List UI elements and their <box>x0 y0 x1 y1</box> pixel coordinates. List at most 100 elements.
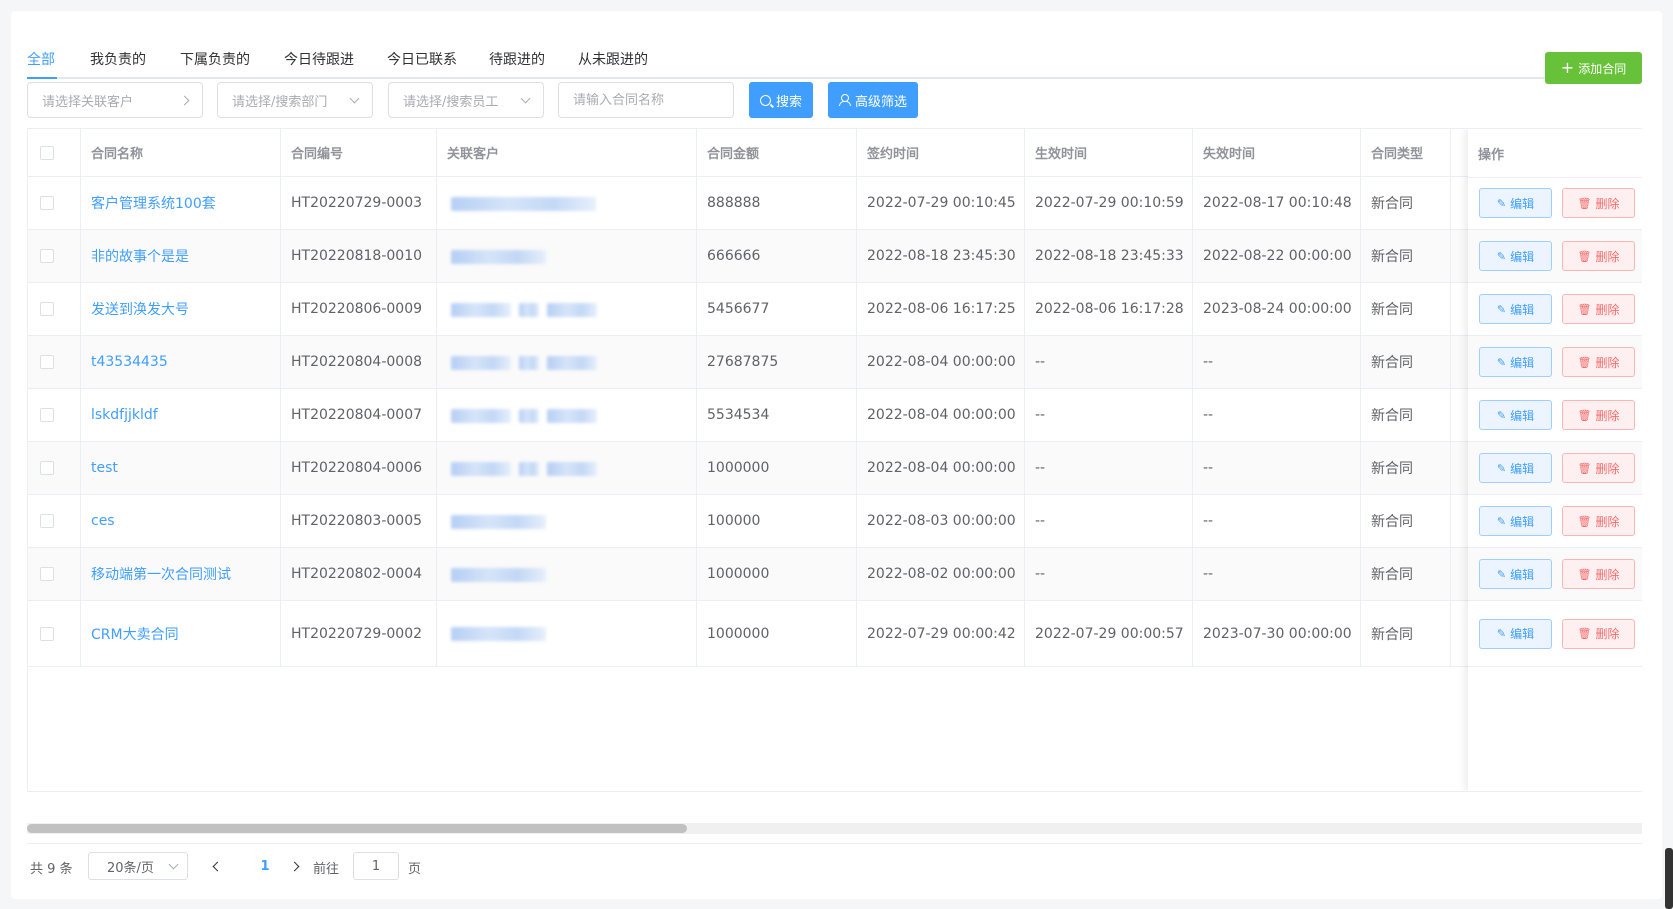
horizontal-scrollbar[interactable] <box>27 823 1642 834</box>
edit-label: 编辑 <box>1510 408 1535 423</box>
row-checkbox[interactable] <box>40 461 54 475</box>
tab-contacted-today[interactable]: 今日已联系 <box>387 49 457 69</box>
delete-button[interactable]: 🗑 删除 <box>1562 506 1635 536</box>
edit-button[interactable]: ✎ 编辑 <box>1479 618 1552 649</box>
delete-button[interactable]: 🗑 删除 <box>1562 559 1635 589</box>
contract-name-cell: 客户管理系统100套 <box>81 177 281 229</box>
contract-name-input[interactable] <box>573 92 719 108</box>
table-row: 非的故事个是是 HT20220818-0010 666666 2022-08-18 2… <box>28 230 1642 283</box>
edit-label: 编辑 <box>1510 567 1535 582</box>
header-effective[interactable]: 生效时间 <box>1025 129 1193 176</box>
redacted-customer <box>547 408 597 423</box>
delete-label: 删除 <box>1595 627 1620 641</box>
prev-page-button[interactable] <box>202 852 230 880</box>
tab-pending[interactable]: 待跟进的 <box>489 49 545 69</box>
contract-name-field[interactable] <box>558 82 734 118</box>
header-code[interactable]: 合同编号 <box>281 129 437 176</box>
signed-time: 2022-07-29 00:10:45 <box>857 177 1025 229</box>
contract-name-cell: CRM大卖合同 <box>81 601 281 666</box>
contract-name-link[interactable]: test <box>91 460 118 476</box>
add-contract-button[interactable]: + 添加合同 <box>1545 52 1642 84</box>
contract-amount: 1000000 <box>697 601 857 666</box>
tab-all[interactable]: 全部 <box>27 49 55 69</box>
actions-cell: ✎ 编辑 🗑 删除 <box>1468 601 1642 667</box>
row-checkbox[interactable] <box>40 302 54 316</box>
goto-page-input[interactable] <box>353 852 399 880</box>
signed-time: 2022-08-06 16:17:25 <box>857 283 1025 335</box>
delete-button[interactable]: 🗑 删除 <box>1562 188 1635 218</box>
row-select-cell <box>28 442 81 494</box>
delete-button[interactable]: 🗑 删除 <box>1562 294 1635 324</box>
edit-button[interactable]: ✎ 编辑 <box>1479 506 1552 536</box>
contract-name-link[interactable]: 发送到涣发大号 <box>91 299 189 319</box>
active-tab-indicator <box>27 77 57 79</box>
trash-icon: 🗑 <box>1577 627 1592 640</box>
row-checkbox[interactable] <box>40 514 54 528</box>
pencil-icon: ✎ <box>1496 302 1507 316</box>
table-header: 合同名称 合同编号 关联客户 合同金额 签约时间 生效时间 失效时间 合同类型 <box>28 129 1642 177</box>
header-name[interactable]: 合同名称 <box>81 129 281 176</box>
edit-button[interactable]: ✎ 编辑 <box>1479 347 1552 377</box>
tab-mine[interactable]: 我负责的 <box>90 49 146 69</box>
edit-button[interactable]: ✎ 编辑 <box>1479 188 1552 218</box>
row-checkbox[interactable] <box>40 355 54 369</box>
department-select[interactable]: 请选择/搜索部门 <box>217 82 373 118</box>
contract-name-link[interactable]: ces <box>91 513 115 529</box>
edit-button[interactable]: ✎ 编辑 <box>1479 400 1552 430</box>
contract-code: HT20220803-0005 <box>281 495 437 547</box>
header-expires[interactable]: 失效时间 <box>1193 129 1361 176</box>
tab-follow-today[interactable]: 今日待跟进 <box>284 49 354 69</box>
tab-never-followed[interactable]: 从未跟进的 <box>578 49 648 69</box>
edit-button[interactable]: ✎ 编辑 <box>1479 294 1552 324</box>
next-page-button[interactable] <box>282 852 310 880</box>
pencil-icon: ✎ <box>1496 196 1507 210</box>
expire-time: 2022-08-22 00:00:00 <box>1193 230 1361 282</box>
contract-name-link[interactable]: 移动端第一次合同测试 <box>91 564 231 584</box>
row-checkbox[interactable] <box>40 626 54 641</box>
row-checkbox[interactable] <box>40 567 54 581</box>
select-all-checkbox[interactable] <box>40 145 54 160</box>
contract-name-link[interactable]: 非的故事个是是 <box>91 246 189 266</box>
employee-select[interactable]: 请选择/搜索员工 <box>388 82 544 118</box>
search-button[interactable]: 搜索 <box>749 82 813 118</box>
row-select-cell <box>28 389 81 441</box>
header-signed[interactable]: 签约时间 <box>857 129 1025 176</box>
table-row: t43534435 HT20220804-0008 27687875 2022-08-… <box>28 336 1642 389</box>
tab-subordinates[interactable]: 下属负责的 <box>180 49 250 69</box>
contract-code: HT20220729-0003 <box>281 177 437 229</box>
contract-name-link[interactable]: 客户管理系统100套 <box>91 193 216 213</box>
expire-time: 2023-08-24 00:00:00 <box>1193 283 1361 335</box>
edit-button[interactable]: ✎ 编辑 <box>1479 559 1552 589</box>
contract-name-link[interactable]: t43534435 <box>91 354 168 370</box>
edit-button[interactable]: ✎ 编辑 <box>1479 453 1552 483</box>
header-amount[interactable]: 合同金额 <box>697 129 857 176</box>
header-customer[interactable]: 关联客户 <box>437 129 697 176</box>
delete-button[interactable]: 🗑 删除 <box>1562 618 1635 649</box>
edit-label: 编辑 <box>1510 355 1535 370</box>
row-checkbox[interactable] <box>40 196 54 210</box>
customer-select[interactable]: 请选择关联客户 <box>27 82 203 118</box>
delete-button[interactable]: 🗑 删除 <box>1562 400 1635 430</box>
delete-button[interactable]: 🗑 删除 <box>1562 241 1635 271</box>
vertical-scrollbar[interactable] <box>1665 848 1673 909</box>
delete-button[interactable]: 🗑 删除 <box>1562 347 1635 377</box>
actions-cell: ✎ 编辑 🗑 删除 <box>1468 389 1642 442</box>
row-checkbox[interactable] <box>40 408 54 422</box>
customer-cell <box>437 336 697 388</box>
table-row: 移动端第一次合同测试 HT20220802-0004 1000000 2022-08-… <box>28 548 1642 601</box>
page-size-select[interactable]: 20条/页 <box>88 852 188 880</box>
scrollbar-thumb[interactable] <box>27 824 687 833</box>
delete-label: 删除 <box>1595 249 1620 264</box>
page-number-current[interactable]: 1 <box>251 852 279 880</box>
advanced-filter-button[interactable]: 高级筛选 <box>828 82 918 118</box>
delete-button[interactable]: 🗑 删除 <box>1562 453 1635 483</box>
row-checkbox[interactable] <box>40 249 54 263</box>
delete-label: 删除 <box>1595 355 1620 370</box>
redacted-customer <box>519 461 539 476</box>
edit-button[interactable]: ✎ 编辑 <box>1479 241 1552 271</box>
header-type[interactable]: 合同类型 <box>1361 129 1451 176</box>
chevron-down-icon <box>520 93 531 103</box>
contract-name-link[interactable]: CRM大卖合同 <box>91 624 179 644</box>
contract-name-link[interactable]: lskdfjjkldf <box>91 407 158 423</box>
delete-label: 删除 <box>1595 196 1620 211</box>
